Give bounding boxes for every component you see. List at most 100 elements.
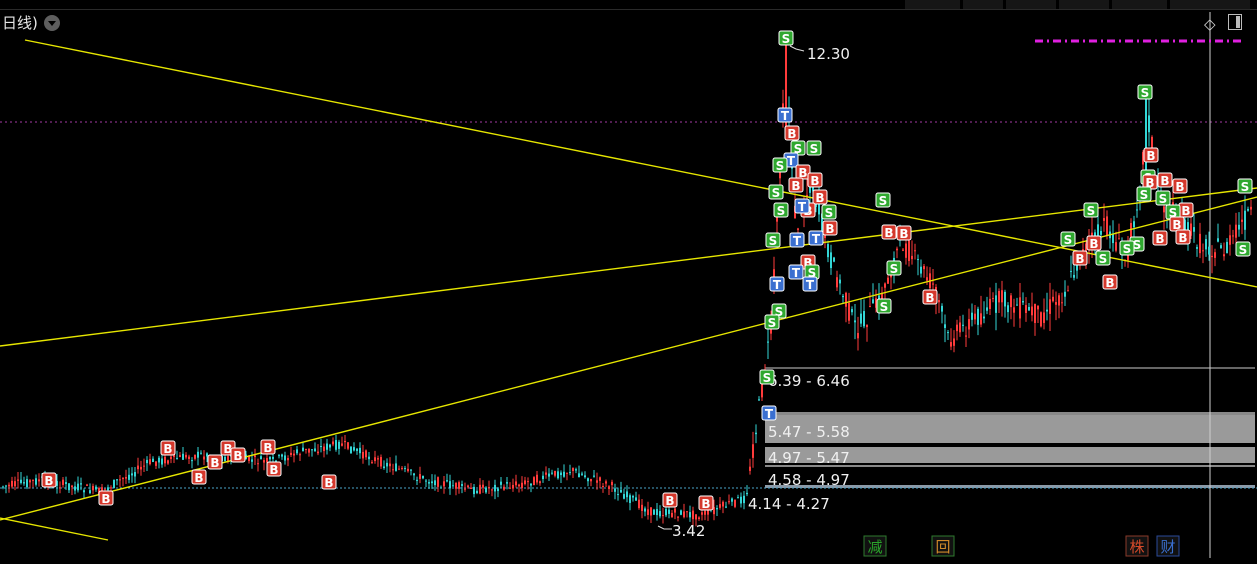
candle-body bbox=[905, 243, 907, 258]
candle-body bbox=[1193, 227, 1195, 232]
sell-signal: S bbox=[1237, 178, 1253, 194]
buy-signal: B bbox=[160, 440, 176, 456]
signal-letter: B bbox=[1089, 237, 1098, 251]
candle-body bbox=[308, 448, 310, 453]
candle-body bbox=[1037, 305, 1039, 310]
bottom-indicator-bar bbox=[0, 558, 1257, 564]
candle-body bbox=[323, 446, 325, 452]
signal-letter: S bbox=[879, 194, 888, 208]
candle-body bbox=[545, 472, 547, 475]
candle-body bbox=[1100, 230, 1102, 235]
candle-body bbox=[95, 486, 97, 490]
candle-body bbox=[689, 512, 691, 518]
candle-body bbox=[596, 480, 598, 483]
event-marker-text: 回 bbox=[935, 538, 950, 556]
buy-signal: B bbox=[812, 189, 828, 205]
candle-body bbox=[488, 486, 490, 488]
event-marker: 财 bbox=[1156, 535, 1180, 557]
candle-body bbox=[950, 342, 952, 347]
high-price-label: 12.30 bbox=[807, 45, 850, 63]
signal-letter: S bbox=[1140, 188, 1149, 202]
event-marker-text: 财 bbox=[1160, 538, 1175, 556]
signal-letter: S bbox=[890, 262, 899, 276]
low-pointer bbox=[657, 525, 672, 530]
candle-body bbox=[641, 504, 643, 511]
buy-signal: B bbox=[1172, 178, 1188, 194]
event-marker: 减 bbox=[863, 535, 887, 557]
buy-signal: B bbox=[1143, 147, 1159, 163]
candle-body bbox=[428, 482, 430, 484]
candle-body bbox=[17, 479, 19, 481]
candle-body bbox=[467, 485, 469, 488]
candle-body bbox=[125, 476, 127, 479]
candle-body bbox=[473, 486, 475, 495]
candle-body bbox=[485, 487, 487, 493]
candle-body bbox=[179, 455, 181, 457]
candle-body bbox=[1205, 239, 1207, 250]
candle-body bbox=[1232, 235, 1234, 237]
signal-letter: S bbox=[1239, 243, 1248, 257]
candle-body bbox=[740, 496, 742, 504]
candle-body bbox=[200, 452, 202, 454]
candle-body bbox=[176, 457, 178, 459]
buy-signal: B bbox=[1157, 172, 1173, 188]
signal-letter: B bbox=[324, 476, 333, 490]
signal-letter: S bbox=[768, 316, 777, 330]
candle-body bbox=[338, 441, 340, 449]
candle-body bbox=[158, 457, 160, 463]
sell-signal: S bbox=[765, 232, 781, 248]
candle-body bbox=[1112, 234, 1114, 244]
candle-body bbox=[1019, 297, 1021, 319]
volume-bar bbox=[765, 367, 1255, 369]
candle-body bbox=[746, 492, 748, 495]
buy-signal: B bbox=[698, 495, 714, 511]
buy-signal: B bbox=[98, 490, 114, 506]
candle-body bbox=[152, 458, 154, 462]
candlestick-chart[interactable]: 6.39 - 6.46 5.47 - 5.58 4.97 - 5.47 4.58 - … bbox=[0, 0, 1257, 564]
candle-body bbox=[1208, 246, 1210, 255]
candle-body bbox=[911, 255, 913, 260]
candle-body bbox=[461, 484, 463, 486]
volume-range-label: 4.58 - 4.97 bbox=[768, 471, 850, 489]
candle-body bbox=[677, 516, 679, 518]
candle-body bbox=[527, 481, 529, 483]
candle-body bbox=[749, 466, 751, 471]
sell-signal: S bbox=[772, 157, 788, 173]
candle-body bbox=[137, 465, 139, 470]
candle-body bbox=[143, 465, 145, 467]
candle-body bbox=[11, 480, 13, 487]
sell-signal: S bbox=[875, 192, 891, 208]
candle-body bbox=[1250, 206, 1252, 210]
t-signal: T bbox=[789, 232, 805, 248]
candle-body bbox=[1016, 304, 1018, 306]
candle-body bbox=[827, 244, 829, 258]
candle-body bbox=[758, 399, 760, 401]
candle-body bbox=[1046, 309, 1048, 312]
event-marker-text: 减 bbox=[867, 538, 882, 556]
t-signal: T bbox=[777, 107, 793, 123]
candle-body bbox=[548, 473, 550, 477]
candle-body bbox=[314, 448, 316, 452]
signal-letter: S bbox=[1241, 180, 1250, 194]
candle-body bbox=[458, 482, 460, 489]
candle-body bbox=[965, 335, 967, 337]
candle-body bbox=[104, 488, 106, 490]
candle-body bbox=[1103, 218, 1105, 221]
candle-body bbox=[848, 302, 850, 321]
candle-body bbox=[1106, 216, 1108, 236]
signal-letter: B bbox=[925, 291, 934, 305]
candle-body bbox=[737, 497, 739, 499]
t-signal: T bbox=[761, 405, 777, 421]
candle-body bbox=[662, 515, 664, 517]
candle-body bbox=[350, 446, 352, 454]
candle-body bbox=[1001, 290, 1003, 303]
signal-letter: B bbox=[899, 227, 908, 241]
sell-signal: S bbox=[773, 202, 789, 218]
candle-body bbox=[1247, 208, 1249, 211]
t-signal: T bbox=[769, 276, 785, 292]
candle-body bbox=[995, 295, 997, 313]
candle-body bbox=[254, 455, 256, 458]
candle-body bbox=[113, 479, 115, 489]
t-signal: T bbox=[802, 276, 818, 292]
candle-body bbox=[1004, 291, 1006, 307]
